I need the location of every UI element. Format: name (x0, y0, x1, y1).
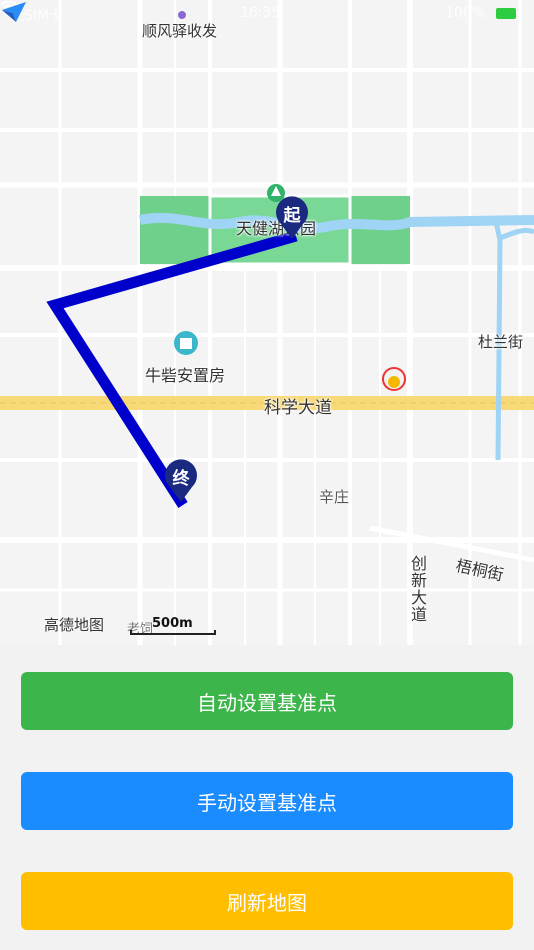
start-marker-label: 起 (283, 206, 301, 226)
clock-text: 16:35 (240, 5, 281, 21)
battery-percent: 100% (445, 5, 486, 21)
road-label-chuangxin: 创新大道 (408, 555, 427, 623)
place-label-shunfeng: 顺风驿收发 (142, 22, 218, 40)
status-bar: 无SIM卡 16:35 100% (0, 0, 534, 30)
refresh-map-button[interactable]: 刷新地图 (21, 872, 513, 930)
end-marker-label: 终 (172, 469, 190, 489)
place-label-xinzhuang: 辛庄 (319, 488, 350, 506)
scale-label: 500m (152, 616, 193, 631)
map-attribution: 高德地图 (44, 616, 105, 634)
map-view[interactable]: 无SIM卡 16:35 100% 顺风驿收发 天健湖公园 牛砦安置房 科学大道 … (0, 0, 534, 645)
map-canvas (0, 0, 534, 645)
road-label-kexue: 科学大道 (264, 398, 332, 418)
road-label-dulan: 杜兰街 (478, 333, 524, 351)
start-marker[interactable]: 起 (274, 196, 310, 240)
auto-set-reference-button[interactable]: 自动设置基准点 (21, 672, 513, 730)
manual-set-reference-button[interactable]: 手动设置基准点 (21, 772, 513, 830)
place-label-housing: 牛砦安置房 (145, 366, 226, 385)
amap-logo-icon (2, 2, 26, 22)
end-marker[interactable]: 终 (163, 459, 199, 503)
battery-icon (496, 8, 516, 19)
scale-bar (130, 630, 216, 635)
